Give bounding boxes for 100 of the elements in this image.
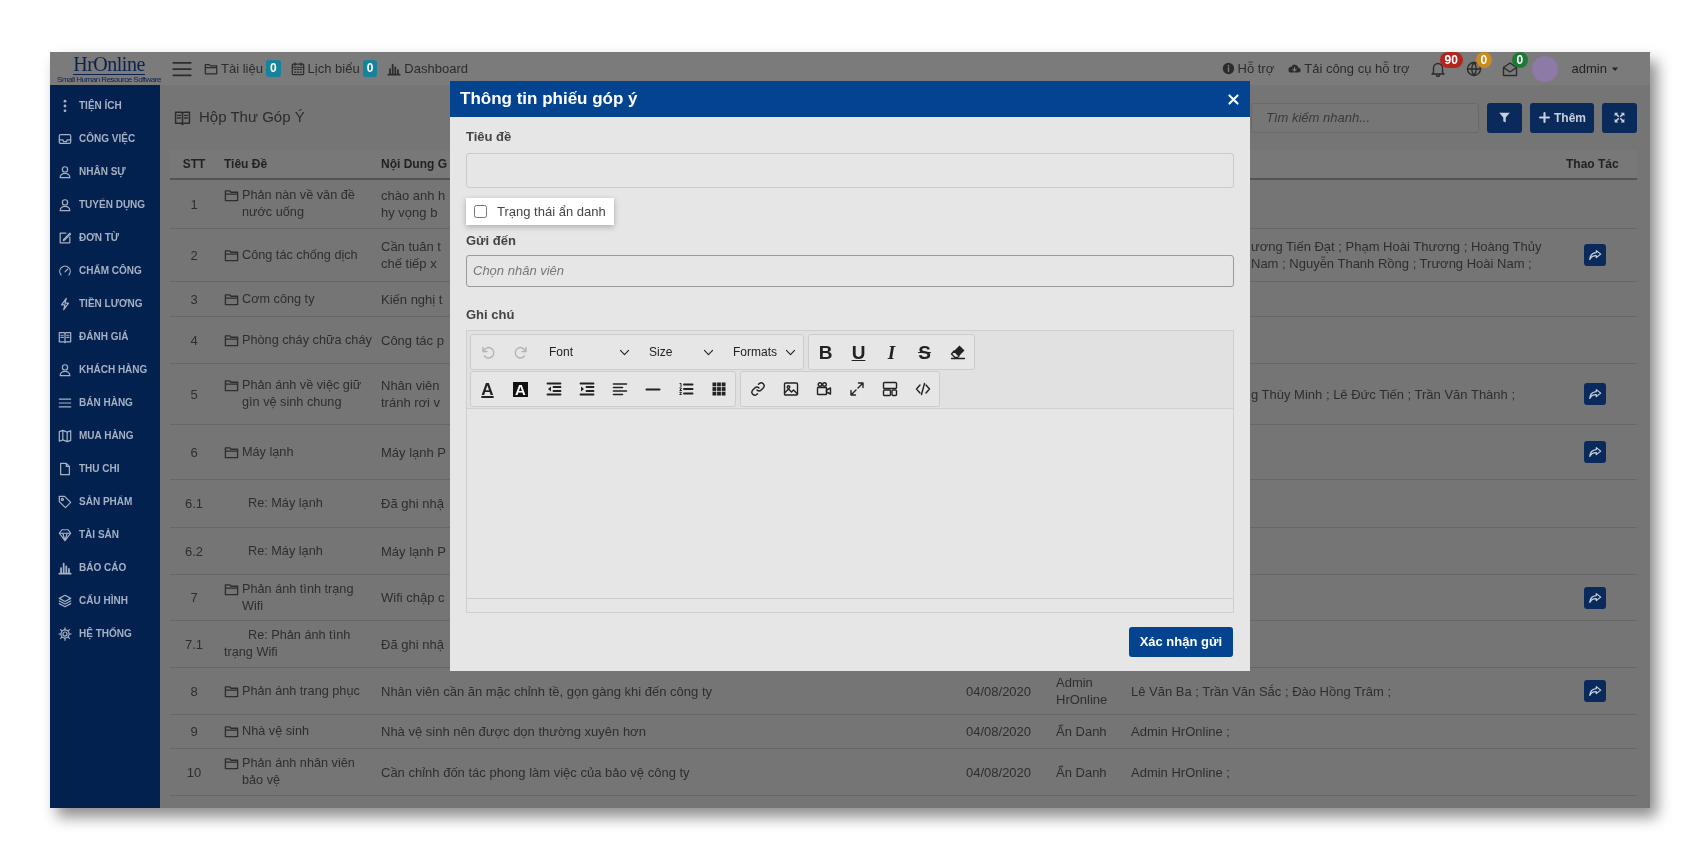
expand-icon bbox=[1613, 111, 1626, 124]
toolbar-button[interactable]: A bbox=[504, 372, 537, 406]
share-button[interactable] bbox=[1584, 680, 1606, 702]
toolbar-button[interactable]: S bbox=[908, 335, 941, 369]
sidebar-item[interactable]: TUYỂN DỤNG bbox=[50, 188, 160, 221]
user-menu[interactable]: admin bbox=[1571, 58, 1620, 79]
nav-link[interactable]: Lịch biểu 0 bbox=[290, 58, 378, 79]
sidebar-item[interactable]: MUA HÀNG bbox=[50, 419, 160, 452]
document-icon bbox=[58, 461, 72, 476]
sidebar-item[interactable]: ĐÁNH GIÁ bbox=[50, 320, 160, 353]
cloud-download-icon bbox=[1288, 62, 1302, 75]
sidebar-item[interactable]: TIỀN LƯƠNG bbox=[50, 287, 160, 320]
table-cell: Cần tuân t bbox=[381, 238, 441, 255]
expand-button[interactable] bbox=[1602, 102, 1637, 133]
table-cell: Kiến nghị t bbox=[381, 290, 443, 308]
table-cell: Lê Văn Ba ; Trần Văn Sắc ; Đào Hồng Trâm ; bbox=[1131, 682, 1392, 700]
table-cell: Nhà vệ sinh nên được dọn thường xuyên hơn bbox=[381, 723, 646, 740]
link-icon bbox=[749, 381, 766, 397]
nav-link[interactable]: Tài liệu 0 bbox=[204, 58, 281, 79]
envelope-icon bbox=[1501, 60, 1518, 77]
notification-button[interactable] bbox=[1501, 60, 1518, 77]
list-icon bbox=[58, 395, 72, 410]
table-cell: Nhân viên bbox=[381, 377, 440, 394]
table-cell: 7 bbox=[190, 590, 198, 605]
submit-button[interactable]: Xác nhận gửi bbox=[1128, 627, 1233, 657]
column-header: Nội Dung G bbox=[381, 157, 447, 171]
horizontal-rule-icon bbox=[644, 387, 661, 391]
count-badge: 0 bbox=[265, 60, 281, 77]
table-cell: 4 bbox=[190, 332, 198, 348]
sidebar-item[interactable]: TIỆN ÍCH bbox=[50, 89, 160, 122]
numbered-list-icon bbox=[677, 381, 694, 397]
book-icon bbox=[174, 109, 191, 126]
checkbox-label[interactable]: Trạng thái ẩn danh bbox=[466, 197, 614, 225]
share-icon bbox=[1588, 445, 1602, 459]
select-field[interactable]: Chọn nhân viên bbox=[466, 254, 1234, 287]
filter-icon bbox=[1498, 111, 1511, 124]
image-icon bbox=[782, 381, 799, 397]
sidebar-item[interactable]: BÁO CÁO bbox=[50, 551, 160, 584]
toolbar-button[interactable]: B bbox=[809, 335, 842, 369]
table-cell: Nam ; Nguyễn Thanh Rồng ; Trương Hoài Nam ; bbox=[1251, 255, 1532, 272]
table-cell: Công tác p bbox=[381, 331, 444, 349]
close-icon bbox=[1227, 92, 1240, 106]
sidebar-item[interactable]: TÀI SẢN bbox=[50, 518, 160, 551]
sidebar-item[interactable]: BÁN HÀNG bbox=[50, 386, 160, 419]
sidebar-item[interactable]: CẤU HÌNH bbox=[50, 584, 160, 617]
checkbox[interactable] bbox=[474, 204, 487, 218]
input-field[interactable] bbox=[466, 152, 1234, 188]
notification-button[interactable] bbox=[1465, 60, 1482, 77]
share-button[interactable] bbox=[1584, 244, 1606, 266]
column-header: Tiêu Đề bbox=[224, 157, 268, 171]
indent-icon bbox=[578, 381, 595, 397]
folder-icon bbox=[224, 581, 239, 597]
fullscreen-icon bbox=[848, 381, 865, 397]
sidebar-item[interactable]: ĐƠN TỪ bbox=[50, 221, 160, 254]
sidebar-item[interactable]: KHÁCH HÀNG bbox=[50, 353, 160, 386]
table-cell: 04/08/2020 bbox=[966, 683, 1032, 699]
table-cell: 2 bbox=[190, 247, 198, 263]
folder-icon bbox=[204, 61, 218, 76]
dropdown-button[interactable]: Formats bbox=[721, 335, 803, 369]
toolbar-button[interactable]: U bbox=[842, 335, 875, 369]
table-cell: 10 bbox=[186, 764, 202, 780]
folder-icon bbox=[224, 444, 239, 460]
dropdown-button[interactable]: Font bbox=[537, 335, 637, 369]
person-icon bbox=[58, 362, 72, 377]
share-button[interactable] bbox=[1584, 383, 1606, 405]
sidebar-item[interactable]: HỆ THỐNG bbox=[50, 617, 160, 650]
share-icon bbox=[1588, 248, 1602, 262]
table-cell: 3 bbox=[190, 291, 198, 307]
toolbar-button[interactable]: A bbox=[471, 372, 504, 406]
table-cell: 6.1 bbox=[184, 496, 204, 511]
book-icon bbox=[58, 329, 72, 344]
share-button[interactable] bbox=[1584, 441, 1606, 463]
logo-text[interactable]: HrOnline bbox=[73, 53, 145, 75]
filter-button[interactable] bbox=[1487, 102, 1522, 133]
add-button[interactable]: Thêm bbox=[1530, 102, 1594, 133]
sidebar-item[interactable]: NHÂN SỰ bbox=[50, 155, 160, 188]
layout-icon bbox=[881, 381, 898, 397]
share-icon bbox=[1588, 590, 1602, 605]
dropdown-button[interactable]: Size bbox=[637, 335, 721, 369]
notification-button[interactable] bbox=[1429, 60, 1446, 77]
close-button[interactable] bbox=[1227, 92, 1240, 106]
folder-icon bbox=[224, 756, 239, 771]
share-button[interactable] bbox=[1584, 586, 1606, 609]
toolbar-button[interactable]: I bbox=[875, 335, 908, 369]
redo-icon bbox=[512, 344, 529, 360]
folder-icon bbox=[224, 332, 239, 348]
sidebar-item[interactable]: CÔNG VIỆC bbox=[50, 122, 160, 155]
sidebar-item[interactable]: THU CHI bbox=[50, 452, 160, 485]
sidebar-item[interactable]: SẢN PHẨM bbox=[50, 485, 160, 518]
dialog-title: Thông tin phiếu góp ý bbox=[460, 88, 638, 111]
table-cell: 6 bbox=[190, 444, 198, 460]
info-icon bbox=[1221, 62, 1235, 75]
table-cell: 1 bbox=[190, 196, 198, 212]
bar-chart-icon bbox=[387, 61, 402, 76]
code-icon bbox=[914, 381, 931, 397]
search-field[interactable]: Tìm kiếm nhanh... bbox=[1251, 102, 1479, 133]
outdent-icon bbox=[545, 381, 562, 397]
align-left-icon bbox=[611, 381, 628, 397]
sidebar-item[interactable]: CHẤM CÔNG bbox=[50, 254, 160, 287]
table-cell-text: Ẩn Danh bbox=[1056, 723, 1108, 740]
